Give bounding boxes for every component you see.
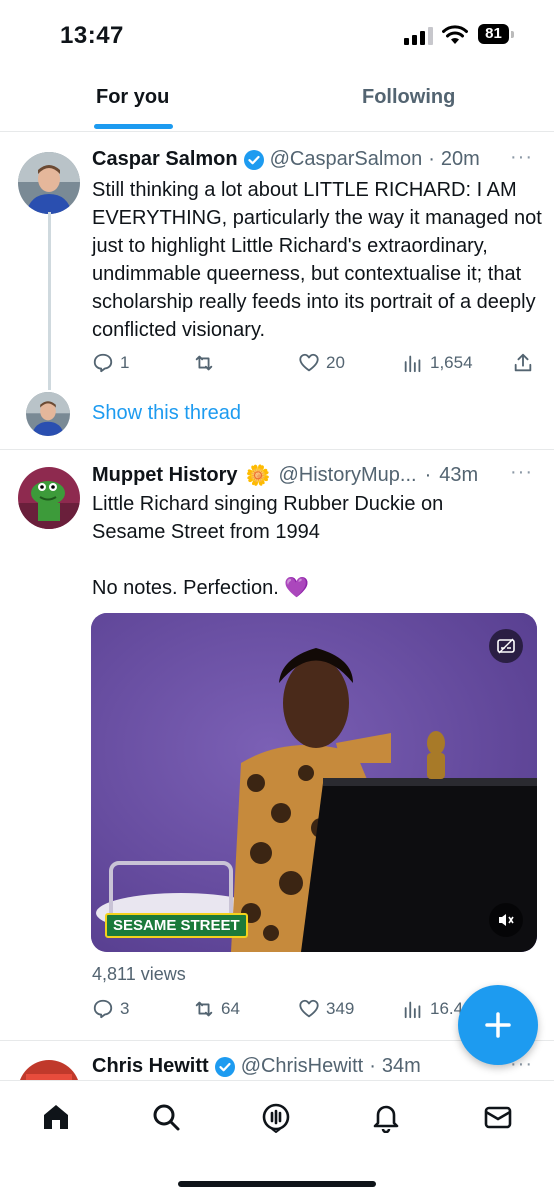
like-count: 20 xyxy=(326,353,345,372)
reply-count: 3 xyxy=(120,999,130,1018)
home-icon[interactable] xyxy=(40,1101,72,1133)
author-handle[interactable]: @HistoryMup... xyxy=(278,464,416,487)
view-count: 1,654 xyxy=(430,353,473,372)
verified-badge-icon xyxy=(214,1056,235,1077)
retweet-button[interactable] xyxy=(193,352,221,374)
captions-toggle-icon[interactable] xyxy=(489,629,523,663)
reply-icon xyxy=(93,353,113,373)
compose-plus-icon xyxy=(485,1012,511,1038)
reply-button[interactable]: 3 xyxy=(92,998,129,1020)
author-emoji: 🌼 xyxy=(245,465,271,487)
tweet-time: 34m xyxy=(381,1055,421,1077)
tab-for-you[interactable]: For you xyxy=(96,86,169,109)
retweet-count: 64 xyxy=(221,999,240,1018)
home-indicator xyxy=(178,1181,376,1187)
battery-indicator: 81 xyxy=(478,24,516,46)
author-name[interactable]: Muppet History xyxy=(92,464,238,487)
reply-count: 1 xyxy=(120,353,130,372)
spaces-icon[interactable] xyxy=(260,1101,292,1133)
share-icon xyxy=(514,353,532,372)
views-button[interactable]: 16.4 xyxy=(402,998,463,1020)
thread-connector xyxy=(48,212,51,390)
battery-level: 81 xyxy=(478,24,509,44)
video-frame xyxy=(91,613,537,952)
author-handle[interactable]: @ChrisHewitt xyxy=(241,1055,364,1078)
more-options-icon[interactable]: ··· xyxy=(510,146,533,169)
sesame-street-logo: SESAME STREET xyxy=(105,913,248,938)
tweet-time: 43m xyxy=(439,464,479,486)
views-button[interactable]: 1,654 xyxy=(402,352,473,374)
author-name[interactable]: Caspar Salmon xyxy=(92,148,238,171)
cellular-signal-icon xyxy=(404,27,433,45)
video-player[interactable]: SESAME STREET xyxy=(91,613,537,952)
like-count: 349 xyxy=(326,999,355,1018)
author-name[interactable]: Chris Hewitt xyxy=(92,1055,209,1078)
divider xyxy=(0,131,554,132)
divider xyxy=(0,449,554,450)
author-handle[interactable]: @CasparSalmon xyxy=(270,148,423,171)
retweet-button[interactable]: 64 xyxy=(193,998,240,1020)
tweet-text: Still thinking a lot about LITTLE RICHAR… xyxy=(92,179,542,341)
analytics-icon xyxy=(404,355,421,373)
heart-icon xyxy=(299,353,319,372)
wifi-icon xyxy=(442,25,468,44)
avatar[interactable] xyxy=(18,152,80,214)
tweet-text: Little Richard singing Rubber Duckie on … xyxy=(92,493,444,599)
like-button[interactable]: 349 xyxy=(298,998,354,1020)
retweet-icon xyxy=(195,1001,213,1017)
notifications-icon[interactable] xyxy=(370,1101,402,1133)
tweet-time: 20m xyxy=(440,148,480,170)
search-icon[interactable] xyxy=(150,1101,182,1133)
like-button[interactable]: 20 xyxy=(298,352,345,374)
verified-badge-icon xyxy=(243,149,264,170)
mute-icon[interactable] xyxy=(489,903,523,937)
separator-dot: · xyxy=(369,1055,376,1077)
compose-button[interactable] xyxy=(458,985,538,1065)
active-tab-indicator xyxy=(94,124,173,129)
avatar[interactable] xyxy=(18,467,80,529)
retweet-icon xyxy=(195,355,213,371)
messages-icon[interactable] xyxy=(482,1101,514,1133)
show-thread-link[interactable]: Show this thread xyxy=(92,402,241,425)
status-time: 13:47 xyxy=(60,22,124,49)
separator-dot: · xyxy=(428,148,435,170)
thread-avatar[interactable] xyxy=(26,392,70,436)
separator-dot: · xyxy=(424,464,432,486)
reply-button[interactable]: 1 xyxy=(92,352,129,374)
more-options-icon[interactable]: ··· xyxy=(510,461,533,484)
share-button[interactable] xyxy=(512,352,534,374)
tab-following[interactable]: Following xyxy=(362,86,455,109)
reply-icon xyxy=(93,999,113,1019)
heart-icon xyxy=(299,999,319,1018)
video-view-count: 4,811 views xyxy=(92,964,186,984)
analytics-icon xyxy=(404,1001,421,1019)
